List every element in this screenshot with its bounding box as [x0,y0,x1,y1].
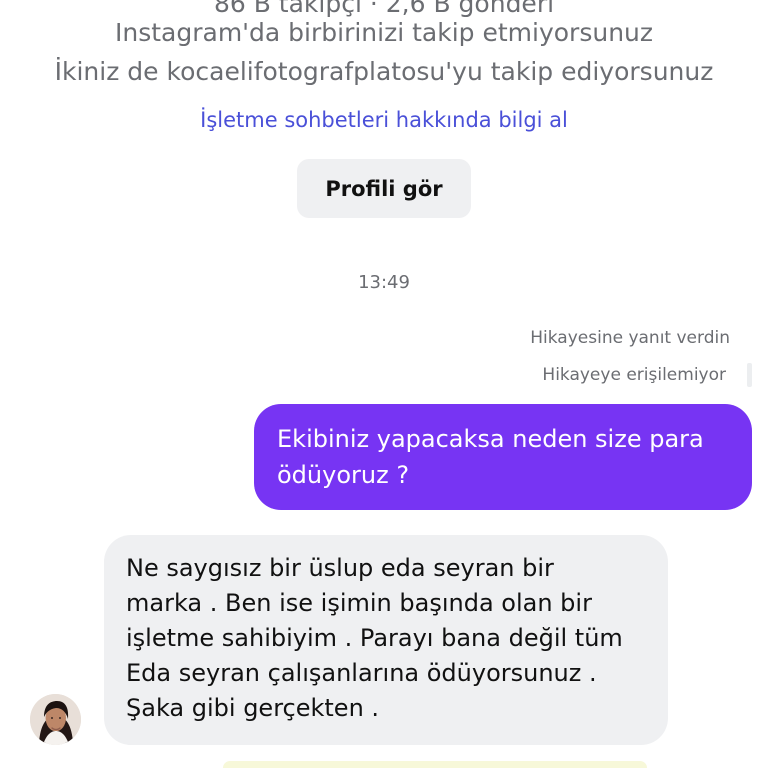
profile-stats: 86 B takipçi · 2,6 B gönderi [213,0,555,18]
follow-status: Instagram'da birbirinizi takip etmiyorsu… [114,18,654,47]
incoming-message-bubble[interactable]: Ne saygısız bir üslup eda seyran bir mar… [104,535,668,745]
story-unavailable-row: Hikayeye erişilemiyor [542,363,752,387]
next-message-preview-edge [223,761,647,768]
story-unavailable-label: Hikayeye erişilemiyor [542,365,726,385]
contact-avatar[interactable] [30,694,81,745]
story-reply-indicator [747,363,752,387]
business-chat-info-link[interactable]: İşletme sohbetleri hakkında bilgi al [0,107,768,133]
outgoing-message-bubble[interactable]: Ekibiniz yapacaksa neden size para ödüyo… [254,404,752,510]
mutual-follow-info: İkiniz de kocaelifotografplatosu'yu taki… [54,57,714,86]
avatar-photo-icon [30,694,81,745]
message-timestamp: 13:49 [358,272,410,293]
story-reply-label: Hikayesine yanıt verdin [530,328,730,348]
chat-screen: 86 B takipçi · 2,6 B gönderi Instagram'd… [0,0,768,768]
view-profile-button[interactable]: Profili gör [297,159,471,218]
